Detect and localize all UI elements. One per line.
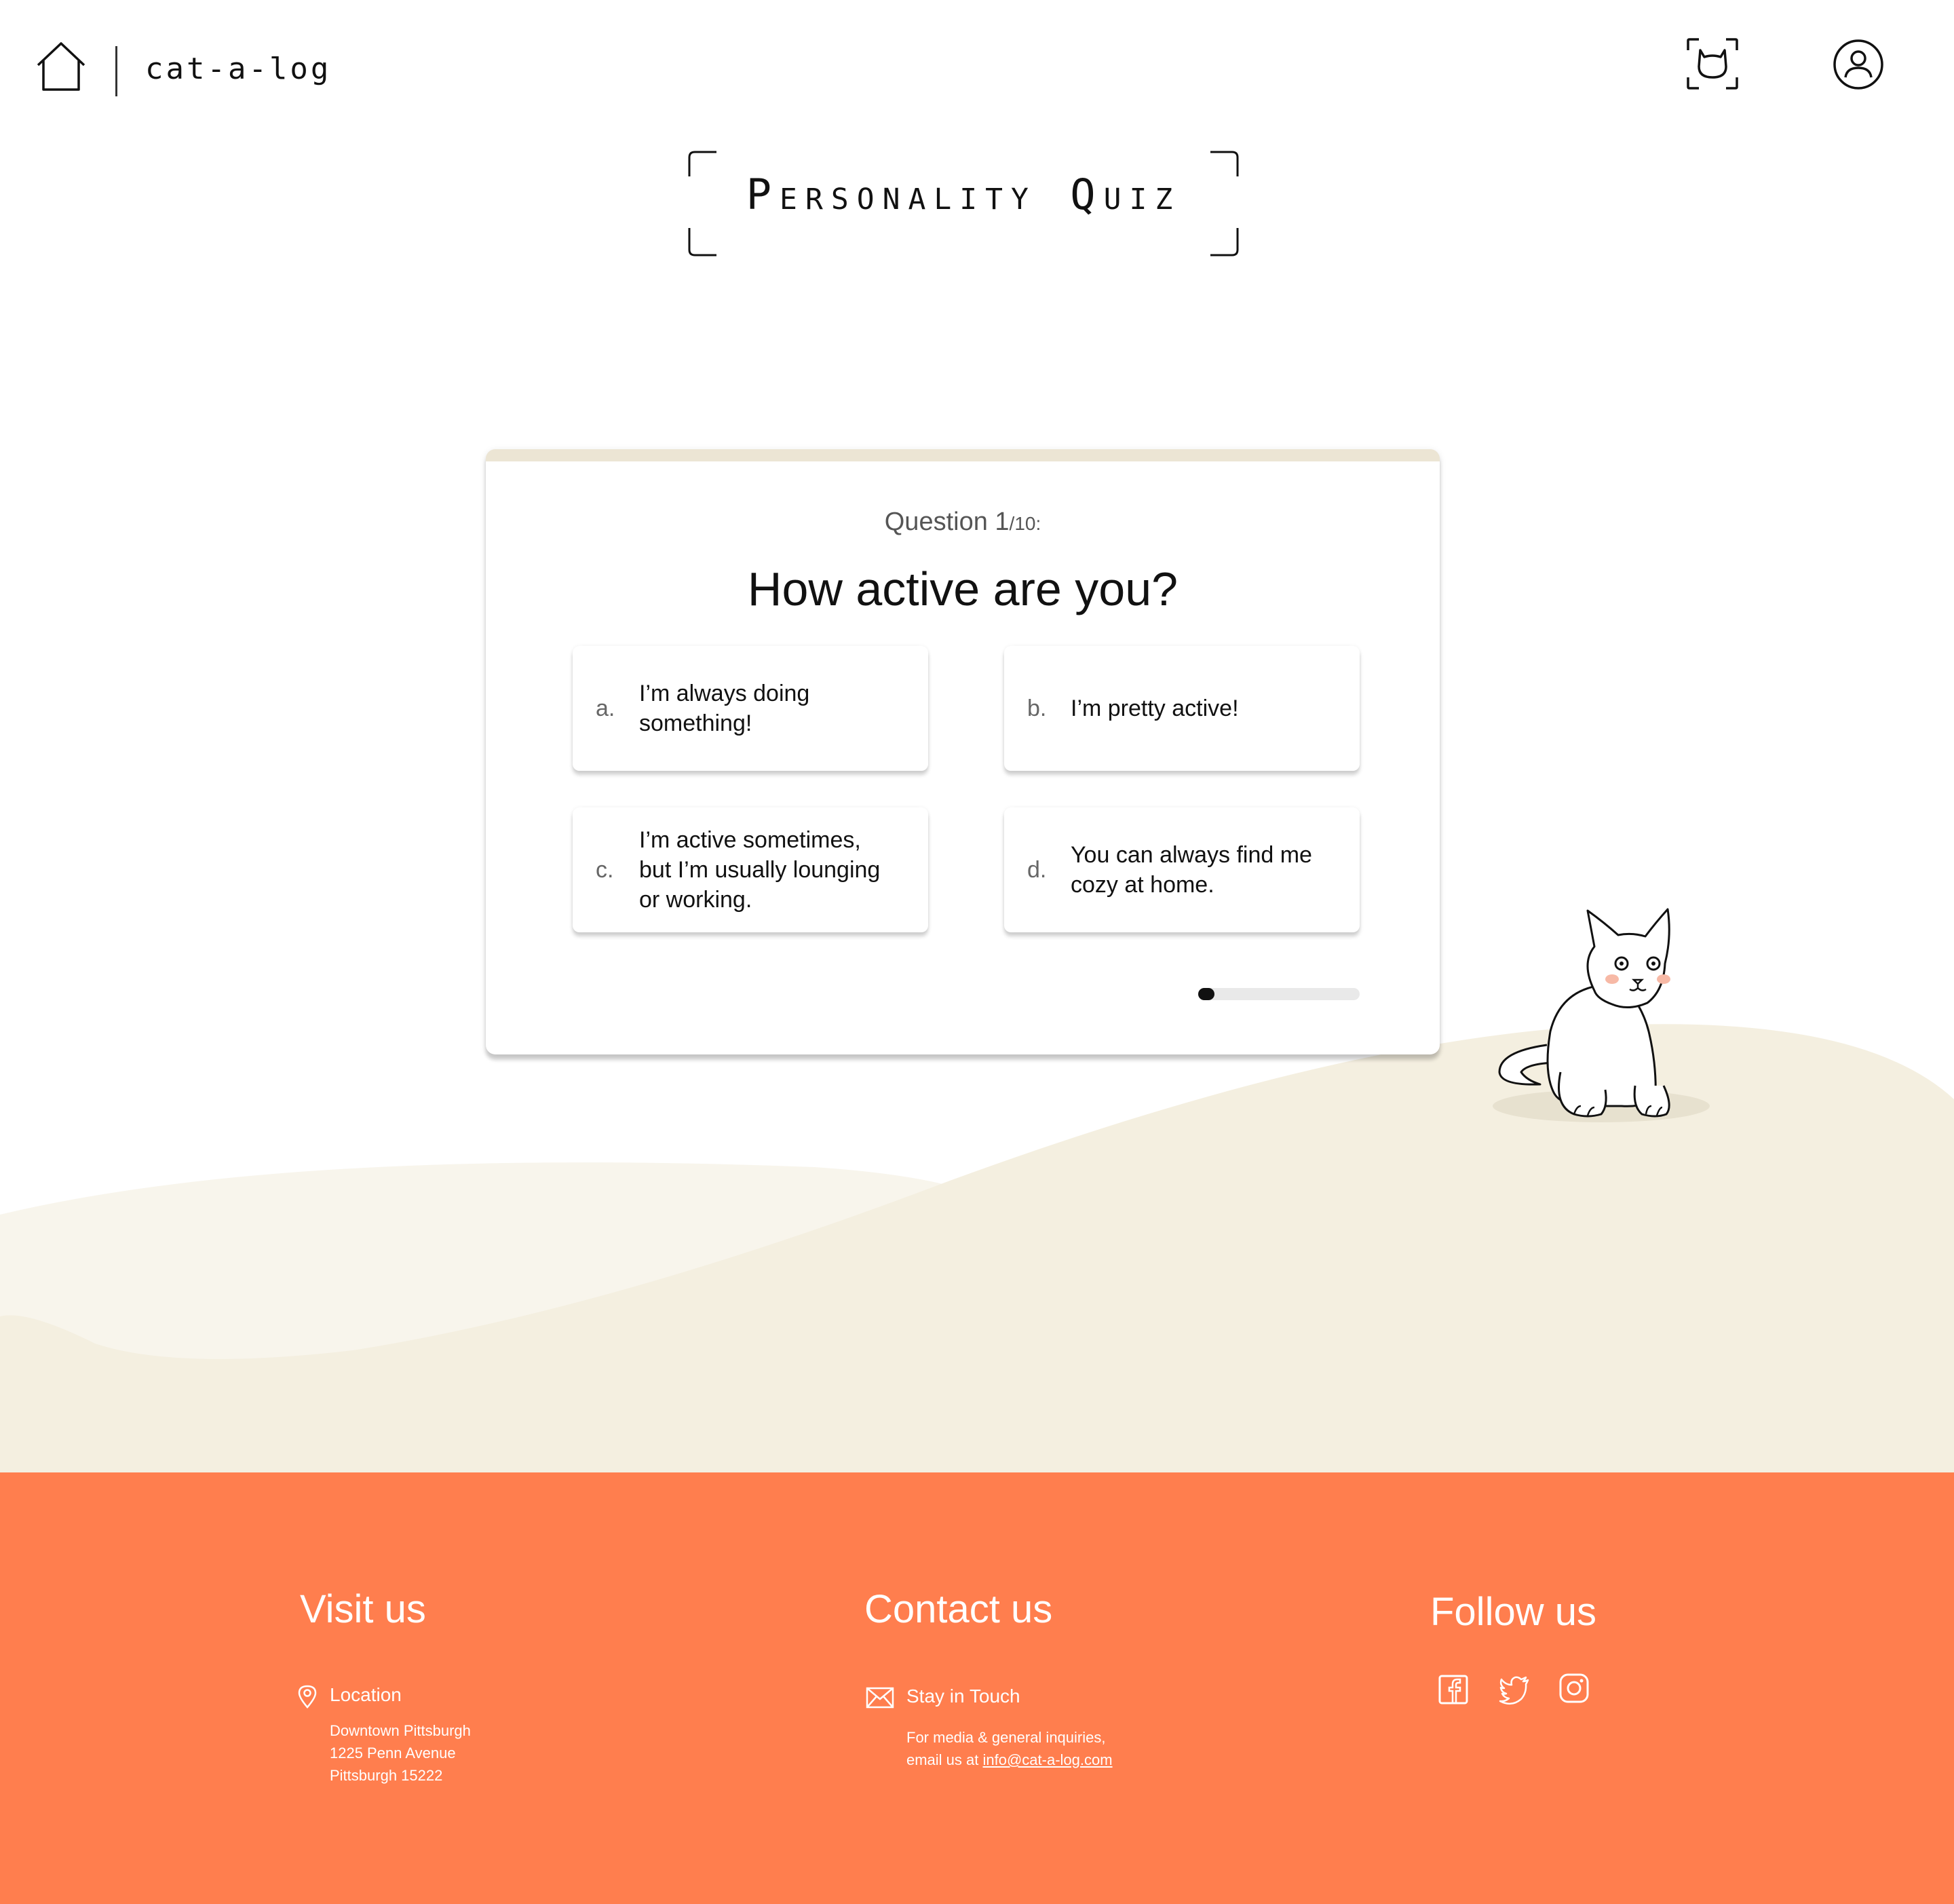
question-counter: Question 1/10: bbox=[486, 508, 1440, 537]
answer-text: I’m pretty active! bbox=[1071, 696, 1239, 721]
mail-icon bbox=[866, 1687, 894, 1709]
answer-option-a[interactable]: a. I’m always doing something! bbox=[573, 646, 928, 771]
twitter-icon[interactable] bbox=[1498, 1673, 1531, 1706]
stay-in-touch-label: Stay in Touch bbox=[906, 1686, 1020, 1707]
contact-us-heading: Contact us bbox=[864, 1587, 1053, 1631]
brand-name[interactable]: cat-a-log bbox=[145, 52, 331, 86]
cat-illustration bbox=[1493, 908, 1710, 1122]
cat-scan-icon[interactable] bbox=[1685, 37, 1740, 91]
page-title: Personality Quiz bbox=[746, 170, 1181, 219]
contact-line-1: For media & general inquiries, bbox=[906, 1729, 1106, 1746]
header-divider bbox=[115, 46, 117, 96]
answer-text: You can always find me cozy at home. bbox=[1071, 842, 1312, 898]
address-line-2: 1225 Penn Avenue bbox=[330, 1745, 456, 1762]
home-icon[interactable] bbox=[34, 39, 88, 94]
answer-option-d[interactable]: d. You can always find me cozy at home. bbox=[1004, 807, 1360, 932]
user-profile-icon[interactable] bbox=[1832, 38, 1885, 91]
answer-letter: d. bbox=[1027, 856, 1047, 883]
question-total: /10: bbox=[1009, 513, 1041, 534]
visit-us-heading: Visit us bbox=[300, 1587, 426, 1631]
answer-letter: b. bbox=[1027, 695, 1047, 721]
answer-text: I’m active sometimes, but I’m usually lo… bbox=[639, 827, 881, 913]
quiz-progress-bar bbox=[1198, 988, 1360, 1000]
location-label: Location bbox=[330, 1684, 402, 1705]
follow-us-heading: Follow us bbox=[1430, 1590, 1596, 1634]
answer-text: I’m always doing something! bbox=[639, 681, 810, 736]
quiz-progress-fill bbox=[1198, 988, 1214, 1000]
address-line-3: Pittsburgh 15222 bbox=[330, 1767, 443, 1784]
location-pin-icon bbox=[298, 1685, 317, 1709]
page-title-frame: Personality Quiz bbox=[687, 149, 1240, 258]
contact-line-2: email us at info@cat-a-log.com bbox=[906, 1749, 1113, 1771]
instagram-icon[interactable] bbox=[1558, 1672, 1590, 1705]
question-text: How active are you? bbox=[747, 563, 1179, 615]
facebook-icon[interactable] bbox=[1437, 1673, 1470, 1706]
answer-letter: a. bbox=[596, 695, 615, 721]
contact-line-2-prefix: email us at bbox=[906, 1751, 983, 1768]
answer-option-b[interactable]: b. I’m pretty active! bbox=[1004, 646, 1360, 771]
answer-letter: c. bbox=[596, 856, 614, 883]
address-line-1: Downtown Pittsburgh bbox=[330, 1722, 471, 1739]
email-link[interactable]: info@cat-a-log.com bbox=[983, 1751, 1113, 1768]
question-number: Question 1 bbox=[884, 508, 1010, 536]
site-footer: Visit us Location Downtown Pittsburgh 12… bbox=[0, 1472, 1954, 1904]
quiz-card: Question 1/10: How active are you? a. I’… bbox=[486, 449, 1440, 1054]
answer-option-c[interactable]: c. I’m active sometimes, but I’m usually… bbox=[573, 807, 928, 932]
